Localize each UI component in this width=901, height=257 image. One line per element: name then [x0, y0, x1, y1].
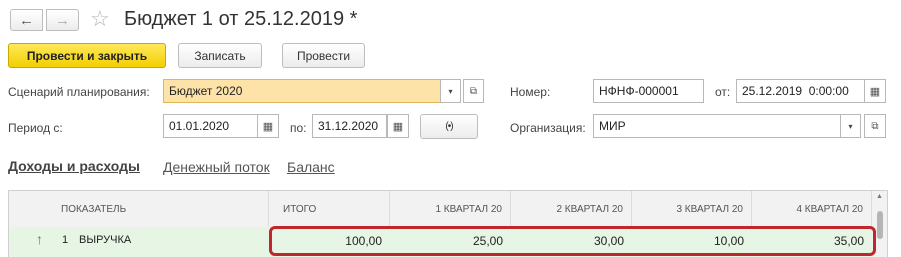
number-value: НФНФ-000001	[599, 84, 679, 98]
scrollbar-thumb[interactable]	[876, 211, 883, 239]
column-header-q3[interactable]: 3 КВАРТАЛ 20	[632, 191, 752, 227]
row-indicator-name: ВЫРУЧКА	[79, 234, 132, 246]
organization-field[interactable]: МИР	[593, 114, 841, 138]
open-window-icon: ⧉	[871, 120, 879, 132]
arrow-left-icon: ←	[19, 11, 34, 29]
period-to-value: 31.12.2020	[318, 119, 379, 133]
number-field[interactable]: НФНФ-000001	[593, 79, 704, 103]
arrow-right-icon: →	[55, 11, 70, 29]
column-header-q4[interactable]: 4 КВАРТАЛ 20	[752, 191, 872, 227]
calendar-icon: ▦	[262, 120, 274, 133]
date-from-label: от:	[715, 85, 731, 99]
period-to-label: по:	[290, 121, 307, 135]
organization-open-button[interactable]: ⧉	[864, 114, 886, 138]
period-label: Период с:	[8, 121, 63, 135]
date-calendar-button[interactable]: ▦	[864, 79, 886, 103]
highlight-frame	[269, 226, 876, 256]
scenario-open-button[interactable]: ⧉	[463, 79, 484, 103]
column-header-total[interactable]: ИТОГО	[269, 191, 390, 227]
period-select-icon: (•)	[445, 121, 453, 132]
scrollbar-up-arrow-icon[interactable]: ▲	[872, 193, 887, 200]
date-value: 25.12.2019 0:00:00	[742, 84, 849, 98]
calendar-icon: ▦	[392, 120, 404, 133]
dropdown-arrow-icon: ▾	[848, 121, 853, 131]
scenario-dropdown-button[interactable]: ▾	[440, 79, 461, 103]
column-header-indicator[interactable]: ПОКАЗАТЕЛЬ	[9, 191, 269, 227]
period-from-field[interactable]: 01.01.2020	[163, 114, 258, 138]
post-button[interactable]: Провести	[282, 43, 365, 68]
organization-dropdown-button[interactable]: ▾	[840, 114, 861, 138]
period-to-field[interactable]: 31.12.2020	[312, 114, 387, 138]
tab-balance[interactable]: Баланс	[287, 159, 335, 175]
date-field[interactable]: 25.12.2019 0:00:00	[736, 79, 865, 103]
organization-label: Организация:	[510, 121, 586, 135]
period-from-value: 01.01.2020	[169, 119, 230, 133]
calendar-icon: ▦	[869, 85, 881, 98]
period-from-calendar-button[interactable]: ▦	[257, 114, 279, 138]
star-icon[interactable]: ☆	[90, 6, 116, 32]
scenario-label: Сценарий планирования:	[8, 85, 150, 99]
forward-button[interactable]: →	[46, 9, 79, 31]
column-header-q2[interactable]: 2 КВАРТАЛ 20	[511, 191, 632, 227]
period-select-button[interactable]: (•)	[420, 114, 478, 139]
post-and-close-button[interactable]: Провести и закрыть	[8, 43, 166, 68]
tab-income-expenses[interactable]: Доходы и расходы	[8, 158, 140, 174]
organization-value: МИР	[599, 119, 626, 133]
dropdown-arrow-icon: ▾	[448, 86, 453, 96]
column-header-q1[interactable]: 1 КВАРТАЛ 20	[390, 191, 511, 227]
tab-cash-flow[interactable]: Денежный поток	[163, 159, 270, 175]
row-number: 1	[62, 234, 69, 246]
period-to-calendar-button[interactable]: ▦	[387, 114, 409, 138]
page-title: Бюджет 1 от 25.12.2019 *	[124, 8, 358, 30]
arrow-up-icon: ↑	[36, 231, 43, 247]
back-button[interactable]: ←	[10, 9, 43, 31]
open-window-icon: ⧉	[469, 85, 478, 97]
scenario-value: Бюджет 2020	[169, 84, 243, 98]
scenario-field[interactable]: Бюджет 2020	[163, 79, 441, 103]
save-button[interactable]: Записать	[178, 43, 262, 68]
number-label: Номер:	[510, 85, 551, 99]
